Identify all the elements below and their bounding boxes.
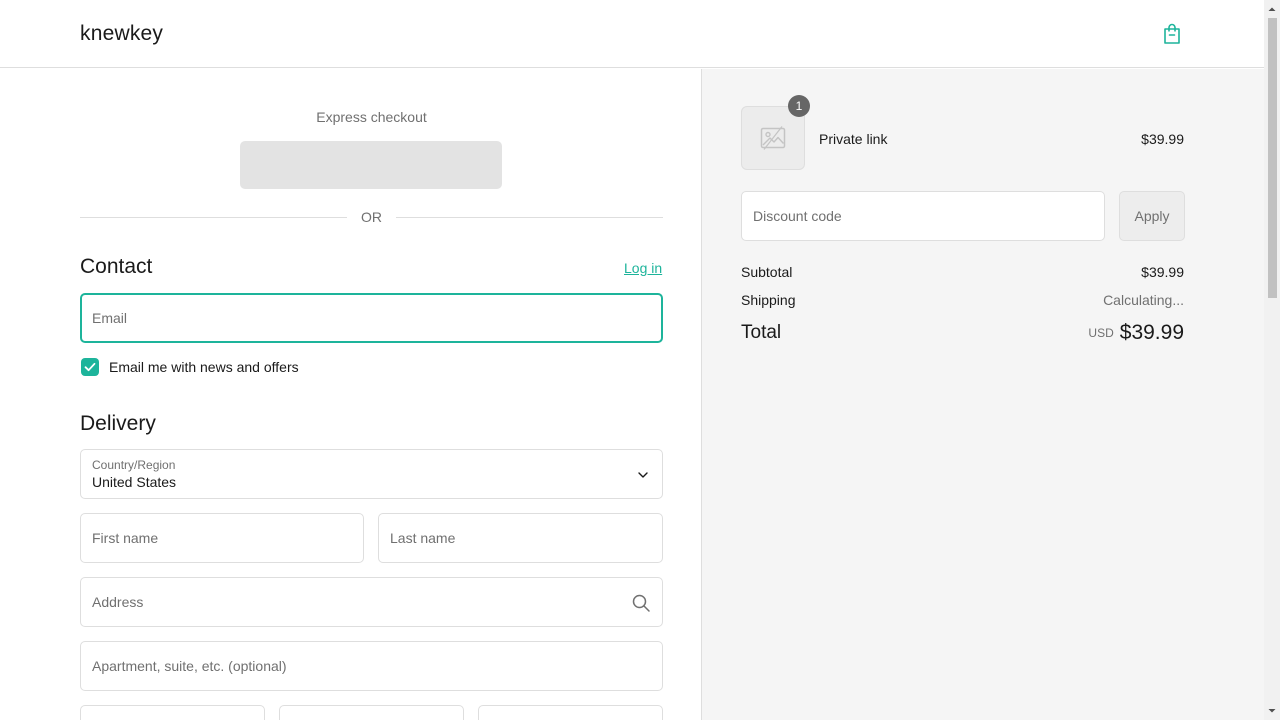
country-label: Country/Region bbox=[92, 458, 176, 472]
express-checkout-label: Express checkout bbox=[316, 109, 427, 125]
site-header: knewkey bbox=[0, 0, 1264, 68]
express-checkout-button[interactable] bbox=[240, 141, 502, 189]
address-field[interactable]: Address bbox=[80, 577, 663, 627]
discount-code-field[interactable]: Discount code bbox=[741, 191, 1105, 241]
last-name-field[interactable]: Last name bbox=[378, 513, 663, 563]
first-name-field[interactable]: First name bbox=[80, 513, 364, 563]
newsletter-label: Email me with news and offers bbox=[109, 359, 299, 375]
quantity-badge: 1 bbox=[788, 95, 810, 117]
country-select[interactable]: Country/Region United States bbox=[80, 449, 663, 499]
shipping-value: Calculating... bbox=[1103, 292, 1184, 308]
shopping-bag-icon[interactable] bbox=[1160, 22, 1184, 46]
state-field[interactable] bbox=[279, 705, 464, 720]
city-field[interactable] bbox=[80, 705, 265, 720]
apartment-field[interactable]: Apartment, suite, etc. (optional) bbox=[80, 641, 663, 691]
search-icon[interactable] bbox=[631, 593, 651, 613]
email-field[interactable]: Email bbox=[80, 293, 663, 343]
apply-discount-button[interactable]: Apply bbox=[1119, 191, 1185, 241]
total-label: Total bbox=[741, 322, 782, 343]
last-name-placeholder: Last name bbox=[390, 530, 456, 546]
scroll-up-arrow-icon[interactable] bbox=[1264, 2, 1280, 16]
total-value: $39.99 bbox=[1119, 321, 1184, 344]
subtotal-label: Subtotal bbox=[741, 264, 793, 280]
checkmark-icon bbox=[84, 362, 96, 372]
order-summary: 1 Private link $39.99 Discount code Appl… bbox=[701, 69, 1264, 720]
subtotal-value: $39.99 bbox=[1141, 264, 1184, 280]
country-value: United States bbox=[92, 474, 177, 490]
checkout-form: Express checkout OR Contact Log in Email… bbox=[0, 69, 701, 720]
product-name: Private link bbox=[819, 131, 888, 147]
delivery-heading: Delivery bbox=[80, 412, 156, 435]
page-scrollbar[interactable] bbox=[1264, 0, 1280, 720]
brand-logo[interactable]: knewkey bbox=[80, 22, 163, 46]
or-divider: OR bbox=[80, 207, 663, 227]
scroll-down-arrow-icon[interactable] bbox=[1264, 704, 1280, 718]
chevron-down-icon bbox=[638, 472, 648, 478]
product-price: $39.99 bbox=[1141, 131, 1184, 147]
currency-code: USD bbox=[1088, 326, 1114, 340]
address-placeholder: Address bbox=[92, 594, 144, 610]
login-link[interactable]: Log in bbox=[624, 260, 662, 276]
email-placeholder: Email bbox=[92, 310, 128, 326]
contact-heading: Contact bbox=[80, 255, 153, 278]
apartment-placeholder: Apartment, suite, etc. (optional) bbox=[92, 658, 287, 674]
image-placeholder-icon bbox=[760, 126, 786, 150]
zip-field[interactable] bbox=[478, 705, 663, 720]
discount-placeholder: Discount code bbox=[753, 208, 842, 224]
total-amount: USD $39.99 bbox=[1088, 321, 1184, 345]
first-name-placeholder: First name bbox=[92, 530, 159, 546]
scrollbar-thumb[interactable] bbox=[1268, 18, 1277, 298]
shipping-label: Shipping bbox=[741, 292, 796, 308]
divider-line-right bbox=[396, 217, 663, 218]
newsletter-checkbox[interactable] bbox=[81, 358, 99, 376]
